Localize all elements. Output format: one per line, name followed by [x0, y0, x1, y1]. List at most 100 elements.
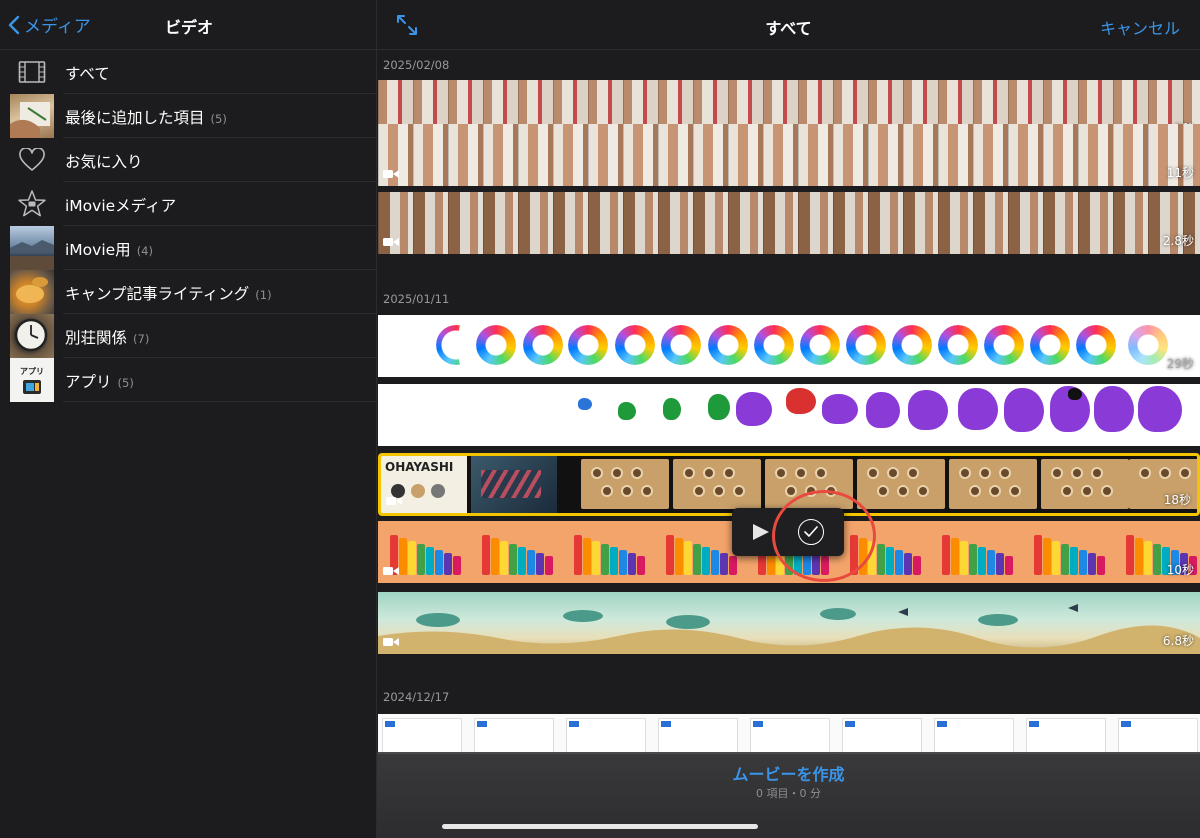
clip-frame — [666, 535, 674, 575]
clip-frame — [969, 544, 977, 575]
clip-frame — [569, 721, 579, 727]
clip-frame — [1029, 721, 1039, 727]
album-name: アプリ — [65, 373, 112, 391]
clip-frame — [417, 544, 425, 575]
section-date: 2024/12/17 — [383, 690, 450, 704]
video-clip[interactable]: 29秒 — [378, 315, 1200, 377]
clip-frame — [1005, 556, 1013, 575]
video-camera-icon — [383, 638, 399, 646]
clip-frame — [1051, 467, 1063, 479]
album-camp-writing[interactable]: キャンプ記事ライティング (1) — [0, 270, 376, 314]
clip-frame — [754, 325, 794, 365]
clip-frame — [987, 550, 995, 575]
album-thumbnail: アプリ — [10, 358, 54, 402]
home-indicator[interactable] — [442, 824, 758, 829]
clip-frame — [942, 535, 950, 575]
clip-frame — [708, 325, 748, 365]
album-apps[interactable]: アプリ アプリ (5) — [0, 358, 376, 402]
clip-frame — [658, 718, 738, 754]
clip-frame — [825, 485, 837, 497]
video-clip[interactable]: 11秒 — [378, 124, 1200, 186]
clip-frame — [805, 485, 817, 497]
back-button[interactable]: メディア — [8, 12, 91, 37]
video-clip-selected[interactable]: OHAYASHI 18秒 — [378, 453, 1200, 516]
clip-frame — [1079, 550, 1087, 575]
clip-frame — [628, 553, 636, 575]
main-title: すべて — [765, 19, 812, 38]
video-clip[interactable] — [378, 384, 1200, 446]
clip-frame — [979, 467, 991, 479]
clip-frame — [842, 718, 922, 754]
clip-frame — [673, 459, 761, 509]
video-clip[interactable]: 6.8秒 — [378, 592, 1200, 654]
cancel-button[interactable]: キャンセル — [1100, 15, 1180, 39]
album-recently-added[interactable]: 最後に追加した項目 (5) — [0, 94, 376, 138]
clip-frame — [1052, 541, 1060, 575]
clip-frame — [996, 553, 1004, 575]
album-label: お気に入り — [65, 150, 149, 172]
thumb-caption: アプリ — [20, 366, 44, 376]
clip-frame — [938, 325, 978, 365]
clip-frame — [1061, 485, 1073, 497]
clip-frame — [566, 718, 646, 754]
play-button[interactable] — [748, 520, 772, 544]
clip-frame — [1081, 485, 1093, 497]
clip-frame — [615, 325, 655, 365]
clip-frame — [591, 467, 603, 479]
album-name: iMovie用 — [65, 241, 131, 259]
clip-frame — [1076, 325, 1116, 365]
clip-frame — [1091, 467, 1103, 479]
clip-frame — [663, 398, 681, 420]
album-favorites[interactable]: お気に入り — [0, 138, 376, 182]
clip-frame — [621, 485, 633, 497]
album-all[interactable]: すべて — [0, 50, 376, 94]
clip-duration: 18秒 — [1163, 493, 1191, 507]
clip-frame — [1118, 718, 1198, 754]
clip-frame — [476, 325, 516, 365]
section-date: 2025/02/08 — [383, 58, 450, 72]
clip-frame — [1138, 386, 1182, 432]
clip-frame — [867, 467, 879, 479]
clip-frame — [1004, 388, 1044, 432]
clip-frame — [641, 485, 653, 497]
clip-frame — [481, 470, 541, 498]
clip-frame — [581, 459, 669, 509]
album-label: iMovieメディア — [65, 194, 182, 216]
clip-frame — [800, 325, 840, 365]
video-clip[interactable] — [378, 714, 1200, 754]
clip-frame — [857, 459, 945, 509]
album-name: 別荘関係 — [65, 329, 128, 347]
clip-frame — [866, 392, 900, 428]
clip-frame — [378, 604, 1200, 654]
clip-frame — [408, 541, 416, 575]
clip-frame — [713, 485, 725, 497]
clip-frame — [1034, 533, 1106, 575]
main-header: すべて キャンセル — [377, 0, 1200, 50]
create-movie-button[interactable]: ムービーを作成 — [377, 761, 1200, 785]
clip-frame — [1034, 535, 1042, 575]
album-villa[interactable]: 別荘関係 (7) — [0, 314, 376, 358]
clip-frame — [382, 718, 462, 754]
clip-frame — [1026, 718, 1106, 754]
clip-frame — [683, 467, 695, 479]
album-thumbnail — [10, 270, 54, 314]
clip-frame — [908, 390, 948, 430]
play-icon — [753, 524, 769, 540]
add-to-movie-button[interactable] — [798, 519, 824, 545]
clip-frame — [786, 388, 816, 414]
album-list: すべて 最後に追加した項目 (5) お気に入り iMovieメディア iMovie… — [0, 50, 376, 402]
clip-frame — [729, 556, 737, 575]
album-label: iMovie用 (4) — [65, 238, 153, 260]
heart-icon — [10, 138, 54, 182]
section-date: 2025/01/11 — [383, 292, 450, 306]
clip-frame — [1041, 459, 1129, 509]
album-label: 別荘関係 (7) — [65, 326, 149, 348]
album-thumbnail — [10, 226, 54, 270]
album-for-imovie[interactable]: iMovie用 (4) — [0, 226, 376, 270]
album-imovie-media[interactable]: iMovieメディア — [0, 182, 376, 226]
clip-frame — [942, 533, 1014, 575]
album-thumbnail — [10, 314, 54, 358]
album-name: iMovieメディア — [65, 197, 177, 215]
clip-frame — [886, 547, 894, 575]
video-clip[interactable]: 2.8秒 — [378, 192, 1200, 254]
